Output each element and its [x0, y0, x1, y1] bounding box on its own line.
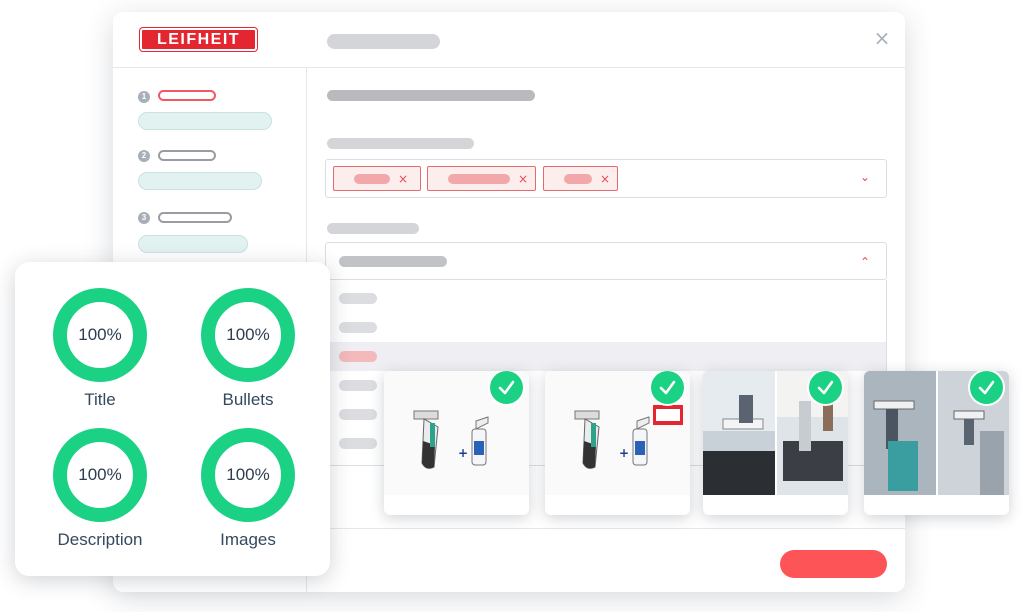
tag-label-placeholder: [448, 173, 510, 184]
svg-text:+: +: [619, 446, 629, 460]
svg-text:+: +: [458, 446, 468, 460]
progress-ring: 100%: [201, 288, 295, 382]
progress-ring: 100%: [53, 288, 147, 382]
score-images: 100% Images: [193, 428, 303, 550]
dropdown-select[interactable]: ⌃: [325, 242, 887, 280]
product-image-card[interactable]: +: [384, 371, 529, 515]
check-icon: [970, 371, 1003, 404]
header-divider: [113, 67, 905, 68]
select-value-placeholder: [339, 256, 447, 267]
selected-tag: ×: [543, 166, 618, 191]
submit-button[interactable]: [780, 550, 887, 578]
tag-remove-icon[interactable]: ×: [398, 172, 408, 186]
dropdown-option-highlighted[interactable]: [326, 342, 886, 371]
progress-ring: 100%: [201, 428, 295, 522]
leifheit-logo: LEIFHEIT: [140, 28, 257, 51]
step-title-placeholder: [158, 150, 216, 161]
multi-select-field[interactable]: × × × ⌄: [325, 159, 887, 198]
score-label: Title: [84, 390, 116, 409]
score-title: 100% Title: [45, 288, 155, 410]
score-description: 100% Description: [45, 428, 155, 550]
field-label-placeholder: [327, 138, 474, 149]
score-bullets: 100% Bullets: [193, 288, 303, 410]
step-subtitle-placeholder: [138, 235, 248, 253]
tag-remove-icon[interactable]: ×: [600, 172, 610, 186]
step-number: 3: [138, 212, 150, 224]
close-icon[interactable]: ×: [873, 28, 891, 48]
dropdown-option[interactable]: [326, 313, 886, 342]
selected-tag: ×: [333, 166, 421, 191]
chevron-up-icon[interactable]: ⌃: [860, 255, 870, 269]
check-icon: [809, 371, 842, 404]
product-image-card[interactable]: +: [545, 371, 690, 515]
tag-label-placeholder: [354, 173, 390, 184]
dropdown-option[interactable]: [326, 284, 886, 313]
score-label: Bullets: [222, 390, 274, 409]
progress-ring: 100%: [53, 428, 147, 522]
selected-tag: ×: [427, 166, 536, 191]
step-title-placeholder: [158, 90, 216, 101]
modal-title-placeholder: [327, 34, 440, 49]
check-icon: [490, 371, 523, 404]
step-subtitle-placeholder: [138, 112, 272, 130]
score-label: Description: [57, 530, 143, 549]
step-subtitle-placeholder: [138, 172, 262, 190]
section-heading-placeholder: [327, 90, 535, 101]
check-icon: [651, 371, 684, 404]
step-number: 1: [138, 91, 150, 103]
product-image-card[interactable]: [703, 371, 848, 515]
field-label-placeholder: [327, 223, 419, 234]
step-title-placeholder: [158, 212, 232, 223]
tag-label-placeholder: [564, 173, 592, 184]
tag-remove-icon[interactable]: ×: [518, 172, 528, 186]
product-image-card[interactable]: [864, 371, 1009, 515]
step-number: 2: [138, 150, 150, 162]
content-score-card: 100% Title 100% Bullets 100% Description…: [15, 262, 330, 576]
footer-divider: [306, 528, 905, 529]
score-label: Images: [220, 530, 276, 549]
chevron-down-icon[interactable]: ⌄: [860, 170, 870, 184]
